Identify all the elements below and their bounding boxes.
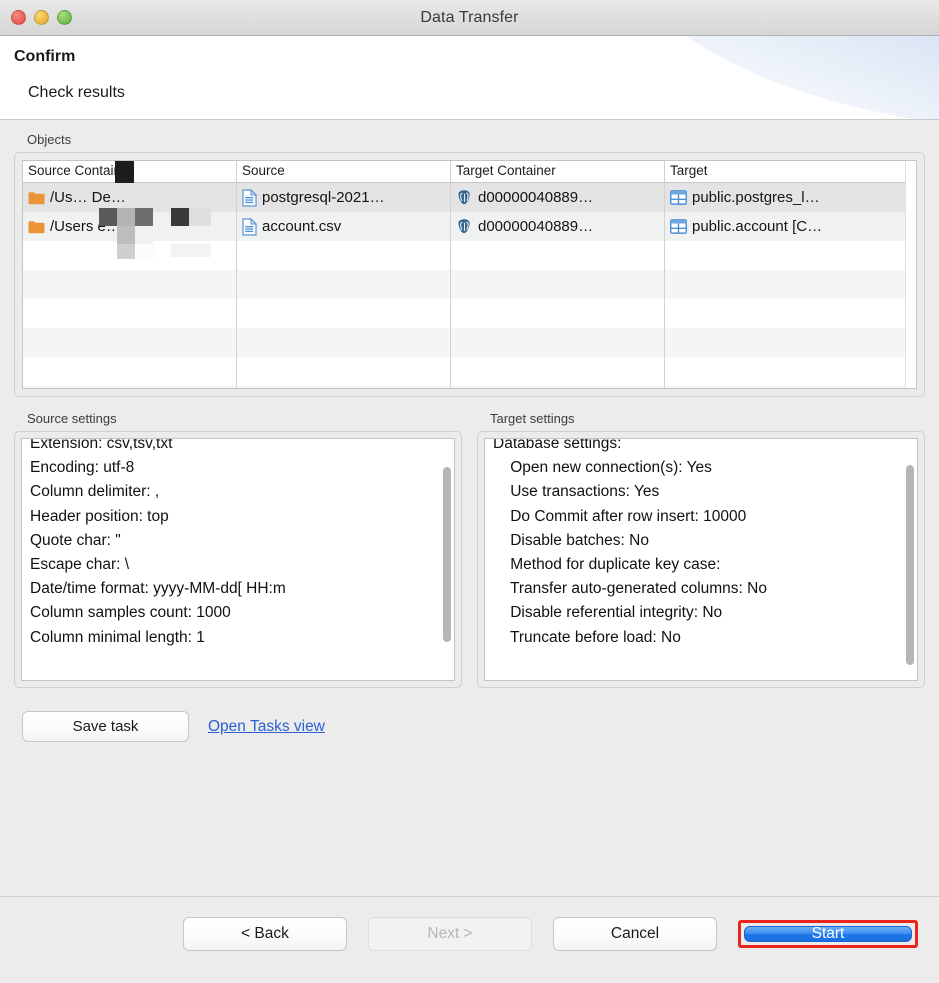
source-settings-box: Extension: csv,tsv,txt Encoding: utf-8 C… xyxy=(14,431,462,688)
postgresql-database-icon xyxy=(458,219,470,234)
folder-icon xyxy=(28,191,45,204)
open-tasks-view-link[interactable]: Open Tasks view xyxy=(208,718,325,736)
cell-source-container-text: /Users e… xyxy=(50,218,121,235)
cell-target-container: d00000040889… xyxy=(451,212,665,241)
cell-empty xyxy=(23,328,237,357)
start-button[interactable]: Start xyxy=(744,926,912,942)
objects-table-scrollbar[interactable] xyxy=(905,161,916,388)
table-row-empty[interactable] xyxy=(23,328,916,357)
source-settings-content: Extension: csv,tsv,txt Encoding: utf-8 C… xyxy=(30,438,286,646)
cell-empty xyxy=(237,270,451,299)
cell-source-text: postgresql-2021… xyxy=(262,189,385,206)
objects-table-body: /Us… De… postgresql-2021… d00000040889… … xyxy=(23,161,916,388)
cell-target-container-text: d00000040889… xyxy=(478,189,594,206)
cell-empty xyxy=(665,386,916,388)
cell-empty xyxy=(23,357,237,386)
cell-empty xyxy=(665,357,916,386)
objects-group-box: Source Container Source Target Container… xyxy=(14,152,925,397)
cell-source: postgresql-2021… xyxy=(237,183,451,212)
window-title: Data Transfer xyxy=(420,8,519,26)
wizard-body: Objects Source Container Source Target C… xyxy=(0,120,939,896)
cell-target-text: public.account [C… xyxy=(692,218,823,235)
table-row-empty[interactable] xyxy=(23,270,916,299)
database-table-icon xyxy=(670,190,687,205)
cell-target: public.account [C… xyxy=(665,212,916,241)
cell-empty xyxy=(451,299,665,328)
table-row-empty[interactable] xyxy=(23,357,916,386)
target-settings-box: Database settings: Open new connection(s… xyxy=(477,431,925,688)
cell-target-container-text: d00000040889… xyxy=(478,218,594,235)
next-button: Next > xyxy=(368,917,532,951)
task-actions-row: Save task Open Tasks view xyxy=(14,711,925,742)
cell-source-text: account.csv xyxy=(262,218,342,235)
cell-source-container: /Us… De… xyxy=(23,183,237,212)
cell-source-container: /Users e… xyxy=(23,212,237,241)
settings-row: Source settings Extension: csv,tsv,txt E… xyxy=(14,411,925,688)
cell-empty xyxy=(665,270,916,299)
data-transfer-window: Data Transfer Confirm Check results Obje… xyxy=(0,0,939,983)
source-settings-label: Source settings xyxy=(27,411,117,426)
cell-empty xyxy=(23,270,237,299)
target-settings-content: Database settings: Open new connection(s… xyxy=(493,438,767,646)
cell-empty xyxy=(237,386,451,388)
target-settings-scrollbar[interactable] xyxy=(904,441,915,678)
column-header-target-container[interactable]: Target Container xyxy=(451,161,665,182)
cell-empty xyxy=(451,357,665,386)
csv-file-icon xyxy=(242,188,257,207)
window-bottom-strip xyxy=(0,969,939,983)
cell-empty xyxy=(451,328,665,357)
cell-empty xyxy=(237,357,451,386)
cell-empty xyxy=(237,241,451,270)
source-settings-scroll-thumb[interactable] xyxy=(443,467,451,642)
cell-empty xyxy=(665,328,916,357)
table-row[interactable]: /Users e… account.csv d00000040889… publ… xyxy=(23,212,916,241)
source-settings-scrollbar[interactable] xyxy=(441,441,452,678)
target-settings-label: Target settings xyxy=(490,411,575,426)
cell-empty xyxy=(237,328,451,357)
table-row-empty[interactable] xyxy=(23,299,916,328)
cell-source-container-text: /Us… De… xyxy=(50,189,126,206)
cell-target-container: d00000040889… xyxy=(451,183,665,212)
cell-empty xyxy=(665,299,916,328)
column-header-source[interactable]: Source xyxy=(237,161,451,182)
window-titlebar: Data Transfer xyxy=(0,0,939,36)
column-header-source-container[interactable]: Source Container xyxy=(23,161,237,182)
source-settings-panel: Source settings Extension: csv,tsv,txt E… xyxy=(14,411,462,688)
target-settings-text-area[interactable]: Database settings: Open new connection(s… xyxy=(484,438,918,681)
cell-empty xyxy=(23,241,237,270)
database-table-icon xyxy=(670,219,687,234)
cell-empty xyxy=(451,241,665,270)
objects-table[interactable]: Source Container Source Target Container… xyxy=(22,160,917,389)
cell-target-text: public.postgres_l… xyxy=(692,189,820,206)
wizard-header: Confirm Check results xyxy=(0,36,939,120)
table-row-empty[interactable] xyxy=(23,386,916,388)
cell-target: public.postgres_l… xyxy=(665,183,916,212)
target-settings-scroll-thumb[interactable] xyxy=(906,465,914,665)
csv-file-icon xyxy=(242,217,257,236)
page-subtitle: Check results xyxy=(28,84,125,101)
cell-empty xyxy=(665,241,916,270)
start-button-highlight: Start xyxy=(738,920,918,948)
cancel-button[interactable]: Cancel xyxy=(553,917,717,951)
objects-table-header: Source Container Source Target Container… xyxy=(23,161,916,183)
target-settings-panel: Target settings Database settings: Open … xyxy=(477,411,925,688)
objects-group-label: Objects xyxy=(27,132,72,147)
page-title: Confirm xyxy=(14,48,76,65)
table-row[interactable]: /Us… De… postgresql-2021… d00000040889… … xyxy=(23,183,916,212)
cell-empty xyxy=(451,386,665,388)
folder-icon xyxy=(28,220,45,233)
wizard-footer: < Back Next > Cancel Start xyxy=(0,896,939,969)
cell-empty xyxy=(23,386,237,388)
table-row-empty[interactable] xyxy=(23,241,916,270)
save-task-button[interactable]: Save task xyxy=(22,711,189,742)
cell-empty xyxy=(23,299,237,328)
column-header-target[interactable]: Target xyxy=(665,161,916,182)
cell-empty xyxy=(451,270,665,299)
cell-empty xyxy=(237,299,451,328)
cell-source: account.csv xyxy=(237,212,451,241)
postgresql-database-icon xyxy=(458,190,470,205)
back-button[interactable]: < Back xyxy=(183,917,347,951)
source-settings-text-area[interactable]: Extension: csv,tsv,txt Encoding: utf-8 C… xyxy=(21,438,455,681)
